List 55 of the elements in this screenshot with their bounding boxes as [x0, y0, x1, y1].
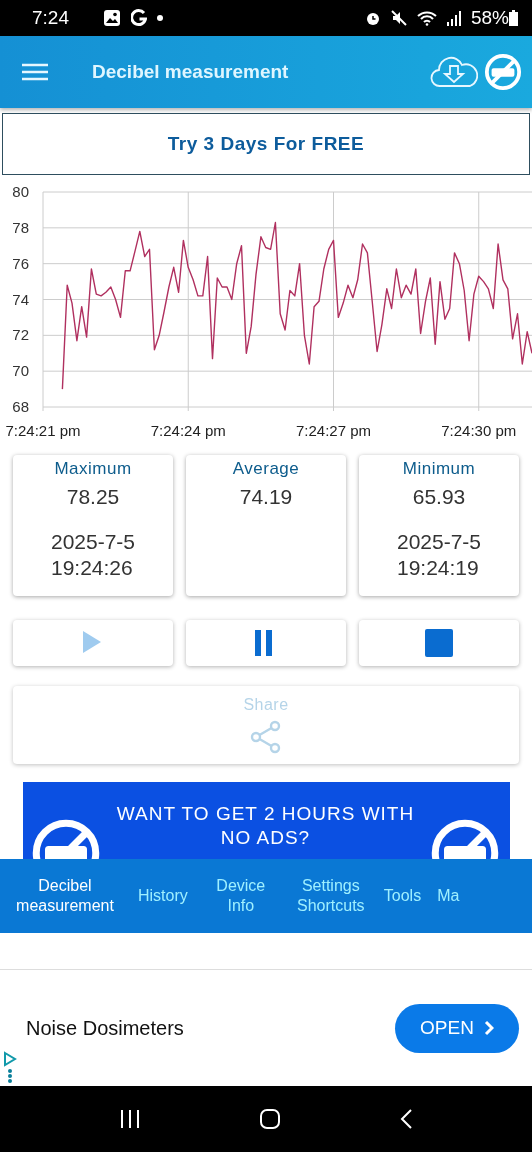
stat-value: 65.93: [412, 485, 466, 509]
trial-button[interactable]: Try 3 Days For FREE: [2, 113, 530, 175]
pause-button[interactable]: [186, 620, 346, 666]
axis-label: 7:24:24 pm: [150, 422, 226, 439]
app-title: Decibel measurement: [92, 61, 290, 83]
stat-label: Minimum: [402, 459, 476, 479]
recents-icon[interactable]: [119, 1109, 141, 1129]
banner-text: WANT TO GET 2 HOURS WITH: [116, 802, 415, 826]
signal-icon: [446, 10, 461, 26]
axis-label: 76: [12, 254, 29, 272]
no-ads-icon[interactable]: [484, 53, 522, 91]
axis-label: 80: [12, 183, 29, 200]
chevron-icon: [483, 1020, 494, 1036]
battery-icon: [509, 10, 518, 26]
clock: 7:24: [32, 7, 69, 29]
stat-timestamp: 2025-7-5 19:24:19: [396, 529, 482, 581]
g-icon: [131, 9, 147, 27]
nav-tab[interactable]: Ma: [429, 886, 468, 906]
nav-tab[interactable]: Tools: [375, 886, 430, 906]
stop-button[interactable]: [359, 620, 519, 666]
alarm-icon: [364, 10, 381, 26]
nav-tab[interactable]: Settings Shortcuts: [285, 876, 376, 916]
axis-label: 7:24:30 pm: [441, 422, 517, 439]
open-button[interactable]: OPEN: [395, 1003, 519, 1053]
banner-text: NO ADS?: [219, 826, 312, 850]
wifi-icon: [416, 10, 437, 26]
stat-label: Average: [232, 459, 300, 479]
axis-label: 7:24:27 pm: [295, 422, 372, 439]
stat-label: Maximum: [54, 459, 132, 479]
ad-title: Noise Dosimeters: [26, 1016, 185, 1040]
stat-value: 74.19: [239, 485, 293, 509]
dot-icon: [157, 15, 163, 21]
nav-tab[interactable]: Device Info: [195, 876, 286, 916]
ad-choices-icon[interactable]: [3, 1051, 17, 1083]
stat-timestamp: 2025-7-5 19:24:26: [50, 529, 136, 581]
share-icon: [249, 720, 283, 754]
nav-tab[interactable]: History: [130, 886, 196, 906]
axis-label: 72: [12, 326, 29, 344]
battery-level: 58%: [470, 7, 509, 29]
stat-value: 78.25: [66, 485, 120, 509]
axis-label: 68: [12, 398, 29, 415]
nav-tab[interactable]: Decibel measurement: [0, 876, 130, 916]
image-icon: [103, 9, 121, 27]
axis-label: 7:24:21 pm: [5, 422, 81, 439]
cloud-download-icon[interactable]: [430, 56, 478, 88]
back-icon[interactable]: [399, 1108, 413, 1130]
axis-label: 70: [12, 362, 29, 380]
home-icon[interactable]: [259, 1108, 281, 1130]
ad-card[interactable]: Noise Dosimeters OPEN: [0, 969, 532, 1086]
promo-banner[interactable]: WANT TO GET 2 HOURS WITH NO ADS?: [23, 782, 510, 859]
axis-label: 74: [12, 290, 29, 308]
menu-icon[interactable]: [22, 62, 48, 82]
axis-label: 78: [12, 218, 29, 236]
stop-icon: [425, 629, 453, 657]
mute-icon: [390, 10, 407, 26]
